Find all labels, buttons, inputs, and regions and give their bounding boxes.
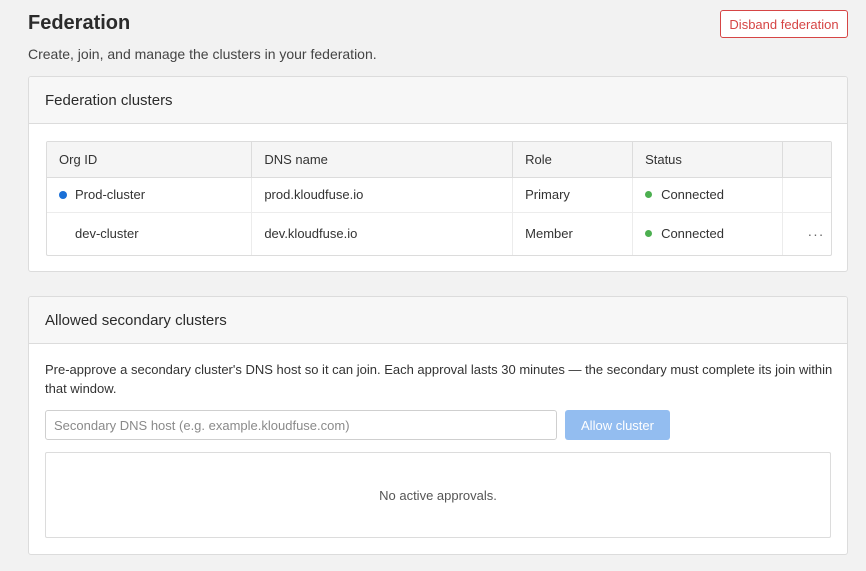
column-header-dns-name[interactable]: DNS name [251, 142, 514, 178]
org-id-cell: dev-cluster [47, 212, 253, 255]
status-cell: Connected [632, 177, 783, 213]
allowed-secondary-clusters-title: Allowed secondary clusters [29, 297, 847, 344]
page-subtitle: Create, join, and manage the clusters in… [28, 46, 377, 62]
org-id-value: dev-cluster [75, 226, 139, 242]
role-cell: Primary [512, 177, 634, 213]
disband-federation-button[interactable]: Disband federation [720, 10, 848, 38]
dns-name-cell: prod.kloudfuse.io [251, 177, 514, 213]
active-approvals-list: No active approvals. [45, 452, 831, 538]
clusters-table: Org ID DNS name Role Status Prod-cluster [46, 141, 832, 256]
federation-clusters-title: Federation clusters [29, 77, 847, 124]
connected-status-icon [645, 191, 653, 198]
dns-name-cell: dev.kloudfuse.io [251, 212, 514, 255]
secondary-description: Pre-approve a secondary cluster's DNS ho… [45, 362, 833, 396]
status-value: Connected [661, 187, 724, 202]
connected-status-icon [645, 230, 653, 238]
page-title: Federation [28, 12, 131, 34]
actions-cell: ··· [782, 212, 831, 255]
allowed-secondary-clusters-card: Allowed secondary clusters Pre-approve a… [28, 296, 848, 555]
primary-indicator-icon [59, 190, 75, 199]
column-header-status[interactable]: Status [632, 142, 783, 178]
federation-page: Federation Create, join, and manage the … [0, 0, 866, 571]
empty-state-text: No active approvals. [379, 487, 497, 503]
more-actions-icon[interactable]: ··· [801, 224, 831, 244]
table-header-row: Org ID DNS name Role Status [47, 142, 831, 178]
allow-cluster-button[interactable]: Allow cluster [565, 410, 670, 440]
column-header-actions [782, 142, 831, 178]
role-cell: Member [512, 212, 634, 255]
org-id-value: Prod-cluster [75, 187, 146, 202]
status-cell: Connected [632, 212, 783, 255]
status-value: Connected [661, 226, 724, 242]
table-row: Prod-cluster prod.kloudfuse.io Primary C… [47, 177, 831, 213]
column-header-org-id[interactable]: Org ID [47, 142, 253, 178]
column-header-role[interactable]: Role [512, 142, 634, 178]
org-id-cell: Prod-cluster [47, 177, 253, 213]
secondary-dns-host-input[interactable] [45, 410, 557, 440]
federation-clusters-card: Federation clusters Org ID DNS name Role… [28, 76, 848, 272]
actions-cell [782, 177, 831, 213]
table-row: dev-cluster dev.kloudfuse.io Member Conn… [47, 212, 831, 255]
